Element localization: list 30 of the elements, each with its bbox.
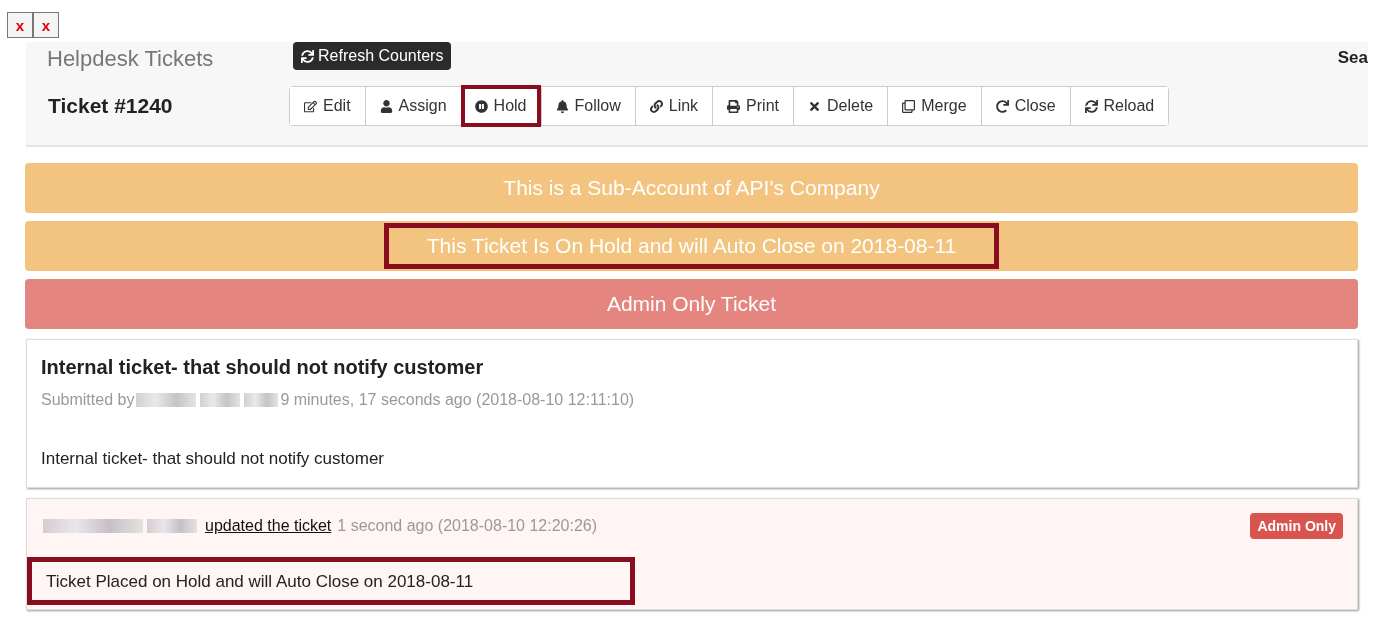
ticket-body: Internal ticket- that should not notify customer <box>41 449 385 469</box>
timestamp: 9 minutes, 17 seconds ago (2018-08-10 12:11:10) <box>280 391 635 409</box>
user-icon <box>379 99 393 113</box>
printer-icon <box>727 99 741 113</box>
search-label: Sea <box>1337 48 1368 68</box>
tooltip: Refresh Counters <box>293 42 452 70</box>
rotate-icon <box>995 99 1009 113</box>
toolbar-button[interactable]: Hold <box>460 85 541 127</box>
activity-text: Ticket Placed on Hold and will Auto Close on 2018-08-11 <box>27 557 635 605</box>
update-link[interactable]: updated the ticket <box>205 517 332 535</box>
ticket-number: Ticket #1240 <box>48 94 174 118</box>
page-title: Helpdesk Tickets <box>47 46 214 72</box>
broken-image-icon: x <box>7 12 33 38</box>
broken-image-icon: x <box>33 12 59 38</box>
bell-icon <box>555 99 569 113</box>
close-icon <box>808 99 821 113</box>
refresh-icon <box>301 49 314 63</box>
ticket-subject: Internal ticket- that should not notify customer <box>41 356 485 379</box>
toolbar-button[interactable]: Reload <box>1069 87 1169 125</box>
link-icon <box>649 99 663 113</box>
copy-icon <box>902 99 916 113</box>
edit-icon <box>304 99 317 113</box>
banner-text: Admin Only Ticket <box>605 291 778 317</box>
submitted-label: Submitted by <box>41 391 135 409</box>
timestamp: 1 second ago (2018-08-10 12:20:26) <box>337 517 598 535</box>
refresh-icon <box>1084 99 1098 113</box>
banner-text: This is a Sub-Account of API's Company <box>502 175 881 201</box>
admin-badge: Admin Only <box>1250 513 1343 539</box>
pause-icon <box>474 99 488 113</box>
banner-text: This Ticket Is On Hold and will Auto Close on 2018-08-11 <box>383 223 1000 269</box>
